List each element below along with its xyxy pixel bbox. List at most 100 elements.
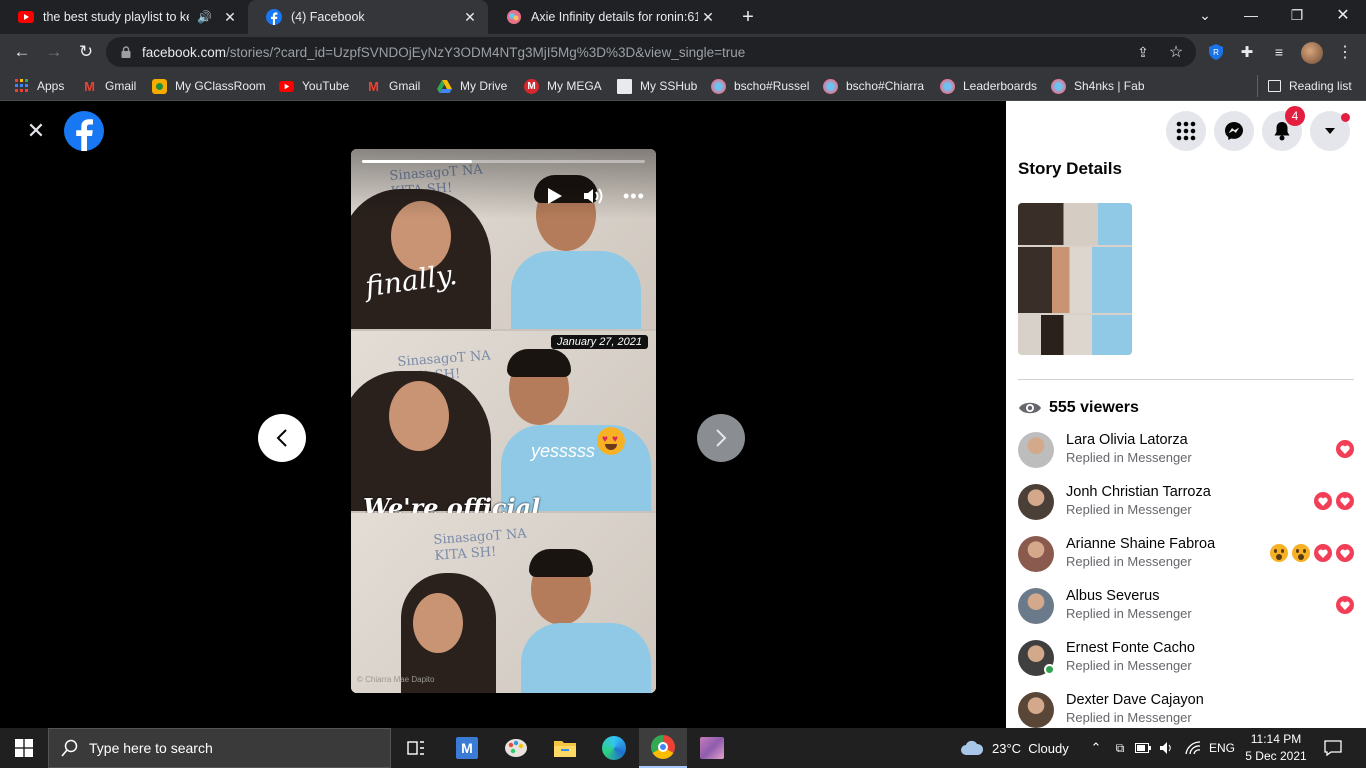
viewer-avatar[interactable] (1018, 432, 1054, 468)
bookmark-gmail-2[interactable]: M Gmail (366, 76, 420, 96)
taskbar-search-box[interactable]: Type here to search (48, 728, 391, 768)
more-options-icon[interactable]: ••• (623, 187, 645, 205)
axie-icon (711, 78, 726, 94)
edge-browser-icon[interactable] (590, 728, 638, 768)
bookmark-my-mega[interactable]: M My MEGA (524, 76, 602, 96)
viewer-row[interactable]: Lara Olivia Latorza Replied in Messenger (1018, 432, 1354, 472)
viewer-row[interactable]: Ernest Fonte Cacho Replied in Messenger (1018, 640, 1354, 680)
volume-icon[interactable] (582, 186, 606, 206)
share-icon[interactable]: ⇪ (1128, 37, 1158, 67)
input-language[interactable]: ENG (1209, 728, 1235, 768)
chevron-left-icon (276, 429, 287, 447)
viewer-row[interactable]: Albus Severus Replied in Messenger (1018, 588, 1354, 628)
play-icon[interactable] (544, 186, 564, 206)
new-tab-button[interactable]: + (736, 5, 760, 29)
viewer-name[interactable]: Ernest Fonte Cacho (1066, 640, 1195, 656)
tab-title: Axie Infinity details for ronin:610 (531, 10, 698, 24)
speaker-icon[interactable]: 🔊 (197, 10, 212, 24)
extensions-puzzle-icon[interactable]: ✚ (1232, 37, 1262, 67)
viewer-name[interactable]: Albus Severus (1066, 588, 1160, 604)
url-text[interactable]: facebook.com/stories/?card_id=UzpfSVNDOj… (142, 45, 745, 60)
bookmark-bscho-chiarra[interactable]: bscho#Chiarra (823, 76, 924, 96)
bookmark-apps[interactable]: Apps (14, 76, 64, 96)
close-story-button[interactable]: ✕ (26, 120, 46, 142)
menu-grid-button[interactable] (1166, 111, 1206, 151)
camera-tray-icon[interactable]: ⧉ (1112, 728, 1128, 768)
next-story-button[interactable] (697, 414, 745, 462)
reading-list-button[interactable]: Reading list (1268, 76, 1352, 96)
previous-story-button[interactable] (258, 414, 306, 462)
start-button[interactable] (0, 728, 48, 768)
lock-icon[interactable] (120, 46, 132, 58)
tab-axie-infinity[interactable]: Axie Infinity details for ronin:610 ✕ (488, 0, 726, 34)
facebook-logo-icon[interactable] (64, 111, 104, 151)
weather-widget[interactable]: 23°C Cloudy (960, 728, 1069, 768)
bookmark-star-icon[interactable]: ☆ (1161, 37, 1191, 67)
notification-badge: 4 (1285, 106, 1305, 126)
notifications-button[interactable]: 4 (1262, 106, 1305, 151)
close-tab-icon[interactable]: ✕ (460, 7, 480, 27)
notification-center-icon[interactable] (1322, 728, 1344, 768)
forward-button[interactable]: → (39, 37, 69, 67)
speaker-tray-icon[interactable] (1158, 728, 1176, 768)
viewer-name[interactable]: Dexter Dave Cajayon (1066, 692, 1204, 708)
viewer-avatar[interactable] (1018, 484, 1054, 520)
story-thumbnail[interactable] (1018, 203, 1132, 355)
story-details-title: Story Details (1018, 159, 1122, 178)
tab-search-chevron-icon[interactable]: ⌄ (1182, 0, 1228, 30)
profile-avatar[interactable] (1301, 42, 1323, 64)
reload-button[interactable]: ↻ (71, 37, 101, 67)
viewer-avatar[interactable] (1018, 588, 1054, 624)
file-explorer-icon[interactable] (541, 728, 589, 768)
account-menu-button[interactable] (1310, 111, 1350, 151)
bookmark-leaderboards[interactable]: Leaderboards (940, 76, 1037, 96)
tab-facebook[interactable]: (4) Facebook ✕ (248, 0, 488, 34)
bookmark-sh4nks-fab[interactable]: Sh4nks | Fab (1051, 76, 1145, 96)
chrome-taskbar-button[interactable] (639, 728, 687, 768)
mega-icon: M (524, 78, 539, 94)
bookmark-bscho-russel[interactable]: bscho#Russel (711, 76, 809, 96)
bookmark-label: bscho#Chiarra (846, 79, 925, 93)
viewer-row[interactable]: Arianne Shaine Fabroa Replied in Messenge… (1018, 536, 1354, 576)
bookmark-youtube[interactable]: YouTube (279, 76, 349, 96)
cloud-icon (961, 740, 984, 755)
bookmark-my-sshub[interactable]: My SSHub (617, 76, 697, 96)
wifi-icon[interactable] (1184, 728, 1202, 768)
bookmark-gclassroom[interactable]: My GClassRoom (152, 76, 266, 96)
viewer-status: Replied in Messenger (1066, 502, 1192, 517)
battery-icon[interactable] (1134, 728, 1152, 768)
viewer-row[interactable]: Dexter Dave Cajayon Replied in Messenger (1018, 692, 1354, 728)
close-tab-icon[interactable]: ✕ (220, 7, 240, 27)
viewer-avatar[interactable] (1018, 692, 1054, 728)
address-bar[interactable]: facebook.com/stories/?card_id=UzpfSVNDOj… (106, 37, 1196, 67)
task-view-icon[interactable] (392, 728, 440, 768)
close-tab-icon[interactable]: ✕ (698, 7, 718, 27)
viewer-name[interactable]: Arianne Shaine Fabroa (1066, 536, 1215, 552)
tab-youtube-playlist[interactable]: the best study playlist to keep 🔊 ✕ (0, 0, 248, 34)
clock[interactable]: 11:14 PM 5 Dec 2021 (1244, 728, 1308, 768)
photos-app-icon[interactable] (688, 728, 736, 768)
bookmark-divider (1257, 75, 1258, 97)
media-control-icon[interactable]: ≡ (1264, 37, 1294, 67)
extension-shield-icon[interactable]: R (1201, 37, 1231, 67)
bookmark-gmail-1[interactable]: M Gmail (82, 76, 136, 96)
viewer-count: 555 viewers (1018, 399, 1139, 417)
messenger-button[interactable] (1214, 111, 1254, 151)
tab-title: (4) Facebook (291, 10, 365, 24)
story-card[interactable]: SinasagoT NA KITA SH! finally. SinasagoT… (351, 149, 656, 693)
viewer-row[interactable]: Jonh Christian Tarroza Replied in Messeng… (1018, 484, 1354, 524)
meet-app-icon[interactable]: M (443, 728, 491, 768)
bookmark-my-drive[interactable]: My Drive (437, 76, 507, 96)
minimize-button[interactable]: — (1228, 0, 1274, 30)
close-window-button[interactable]: ✕ (1320, 0, 1366, 30)
unread-dot (1341, 113, 1350, 122)
viewer-name[interactable]: Jonh Christian Tarroza (1066, 484, 1211, 500)
paint-app-icon[interactable] (492, 728, 540, 768)
back-button[interactable]: ← (7, 37, 37, 67)
viewer-avatar[interactable] (1018, 536, 1054, 572)
viewer-name[interactable]: Lara Olivia Latorza (1066, 432, 1188, 448)
browser-menu-icon[interactable]: ⋮ (1330, 37, 1360, 67)
wow-reaction-icon (1292, 544, 1310, 562)
show-hidden-icons-chevron-icon[interactable]: ⌃ (1088, 728, 1104, 768)
restore-button[interactable]: ❐ (1274, 0, 1320, 30)
